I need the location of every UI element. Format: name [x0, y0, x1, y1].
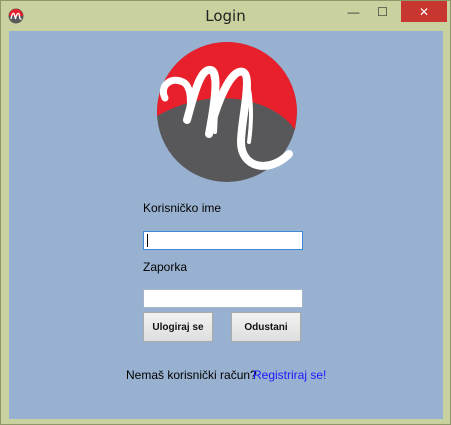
login-form-panel: Korisničko ime Zaporka Ulogiraj se Odust…	[9, 31, 443, 419]
cancel-button[interactable]: Odustani	[231, 312, 301, 342]
close-button[interactable]: ✕	[401, 1, 447, 22]
register-prompt: Nemaš korisnički račun?	[126, 368, 257, 382]
password-label: Zaporka	[143, 260, 188, 274]
register-link[interactable]: Registriraj se!	[253, 368, 326, 382]
username-input[interactable]	[143, 231, 303, 250]
m-logo-icon	[157, 42, 297, 182]
login-window: Login — ☐ ✕ Korisničko ime Zaporka Ulogi…	[0, 0, 451, 425]
minimize-button[interactable]: —	[339, 1, 368, 22]
text-caret	[147, 234, 148, 247]
login-button[interactable]: Ulogiraj se	[143, 312, 213, 342]
maximize-button[interactable]: ☐	[368, 1, 397, 22]
username-label: Korisničko ime	[143, 201, 222, 215]
title-bar[interactable]: Login — ☐ ✕	[1, 1, 450, 31]
password-input[interactable]	[143, 289, 303, 308]
